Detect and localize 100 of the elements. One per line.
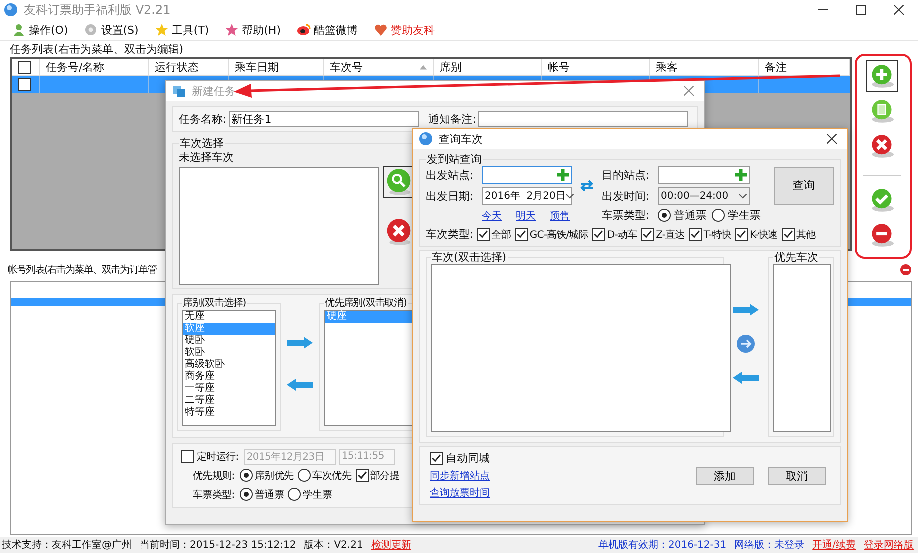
eye-icon: [297, 23, 311, 37]
list-item[interactable]: 硬卧: [183, 335, 275, 347]
heart-icon: [374, 23, 388, 37]
field-label: 目的站点:: [602, 168, 651, 182]
group-title: 优先席别(双击取消): [324, 297, 408, 310]
column-header[interactable]: 乘车日期: [229, 59, 324, 75]
left-arrow-icon[interactable]: [733, 372, 759, 384]
column-header[interactable]: 车次号: [324, 59, 434, 75]
check-icon: [690, 229, 701, 240]
checkbox[interactable]: K-快速: [735, 228, 778, 242]
departure-station-field[interactable]: [482, 166, 572, 184]
status-link[interactable]: 登录网络版: [864, 538, 914, 552]
add-button[interactable]: [866, 60, 898, 92]
group-title: 帐号列表(右击为菜单、双击为订单管: [8, 264, 157, 277]
field-label: 通知备注:: [428, 112, 476, 126]
menu-item[interactable]: 设置(S): [78, 21, 145, 39]
right-arrow-icon[interactable]: [287, 337, 313, 349]
check-icon: [593, 229, 604, 240]
group-title: 车次选择: [179, 137, 225, 150]
search-icon: [385, 168, 413, 196]
status-text: 当前时间：2015-12-23 15:12:12: [140, 538, 296, 552]
group-title: 任务列表(右击为菜单、双击为编辑): [10, 42, 184, 56]
swap-icon[interactable]: [580, 180, 594, 192]
list-item[interactable]: 一等座: [183, 383, 275, 395]
field-label: 车票类型:: [602, 208, 651, 223]
checkbox[interactable]: D-动车: [592, 228, 638, 242]
list-item[interactable]: 软卧: [183, 347, 275, 359]
column-header[interactable]: 席别: [434, 59, 542, 75]
status-text: 未选择车次: [179, 150, 235, 165]
list-item[interactable]: 商务座: [183, 371, 275, 383]
task-name-field[interactable]: 新任务1: [228, 111, 419, 127]
status-text: 单机版有效期：2016-12-31: [598, 538, 727, 552]
app-logo-icon: [419, 132, 433, 146]
menu-item[interactable]: 帮助(H): [219, 21, 287, 39]
star-icon: [225, 23, 240, 37]
column-header[interactable]: 备注: [759, 59, 850, 75]
dialog-title: 查询车次: [439, 132, 483, 146]
dialog-button[interactable]: 添加: [696, 466, 754, 484]
plus-icon[interactable]: [735, 169, 747, 181]
menu-item[interactable]: 操作(O): [6, 21, 74, 39]
row-checkbox[interactable]: [18, 78, 31, 91]
link[interactable]: 同步新增站点: [430, 469, 495, 483]
checkbox[interactable]: 自动同城: [430, 451, 490, 466]
status-link[interactable]: 开通/续费: [812, 538, 856, 552]
column-header[interactable]: 帐号: [542, 59, 650, 75]
radio-button[interactable]: 学生票: [712, 208, 761, 223]
checkbox[interactable]: 其他: [782, 228, 816, 242]
window-icon: [172, 84, 186, 98]
status-text: 版本：V2.21: [304, 538, 364, 552]
chevron-down-icon: [566, 194, 574, 198]
select-all-checkbox[interactable]: [18, 60, 31, 74]
search-button[interactable]: 查询: [774, 166, 834, 204]
checkbox[interactable]: Z-直达: [641, 228, 685, 242]
field-label: 车次类型:: [426, 227, 474, 242]
time-dropdown[interactable]: 00:00—24:00: [658, 187, 750, 205]
checkbox[interactable]: T-特快: [688, 228, 732, 242]
destination-station-field[interactable]: [658, 166, 750, 184]
list-item[interactable]: 二等座: [183, 395, 275, 407]
chevron-down-icon: [739, 194, 747, 198]
right-arrow-icon[interactable]: [733, 304, 759, 316]
minus-icon[interactable]: [900, 264, 912, 276]
group-title: 优先车次: [773, 251, 820, 264]
priority-train-list[interactable]: [773, 264, 832, 432]
close-icon: [827, 134, 837, 144]
radio-button[interactable]: 普通票: [658, 208, 707, 223]
check-icon: [516, 229, 527, 240]
arrow-circle-icon[interactable]: [736, 334, 756, 354]
menu-item[interactable]: 工具(T): [148, 21, 216, 39]
checkbox[interactable]: GC-高铁/城际: [514, 228, 588, 242]
checkbox[interactable]: 全部: [476, 228, 511, 242]
checkbox[interactable]: [181, 450, 194, 463]
column-header[interactable]: 乘客: [650, 59, 759, 75]
column-header[interactable]: 任务号/名称: [40, 59, 149, 75]
left-arrow-icon[interactable]: [287, 379, 313, 391]
link[interactable]: 查询放票时间: [430, 486, 495, 500]
list-item[interactable]: 特等座: [183, 407, 275, 419]
checkbox[interactable]: 部分提: [356, 468, 400, 482]
radio-button[interactable]: 普通票: [240, 488, 284, 502]
dialog-title: 新建任务: [192, 84, 236, 98]
date-link[interactable]: 明天: [516, 208, 536, 222]
list-item[interactable]: 高级软卧: [183, 359, 275, 371]
gear-icon: [84, 23, 98, 37]
radio-button[interactable]: 学生票: [288, 488, 332, 502]
radio-button[interactable]: 车次优先: [298, 468, 352, 482]
plus-icon[interactable]: [557, 169, 569, 181]
group-title: 发到站查询: [426, 153, 483, 166]
check-icon: [478, 229, 489, 240]
menu-item[interactable]: 酷篮微博: [291, 21, 364, 39]
check-icon: [736, 229, 748, 240]
date-link[interactable]: 今天: [482, 208, 502, 222]
status-link[interactable]: 检测更新: [371, 538, 412, 552]
note-field[interactable]: [478, 111, 688, 127]
date-link[interactable]: 预售: [550, 208, 570, 222]
date-dropdown[interactable]: 2016年 2月20日: [482, 187, 572, 205]
menu-item[interactable]: 赞助友科: [368, 21, 441, 39]
dialog-button[interactable]: 取消: [768, 466, 826, 484]
radio-button[interactable]: 席别优先: [240, 468, 294, 482]
person-icon: [12, 23, 26, 37]
list-item[interactable]: 无座: [183, 311, 275, 323]
column-header[interactable]: 运行状态: [149, 59, 229, 75]
